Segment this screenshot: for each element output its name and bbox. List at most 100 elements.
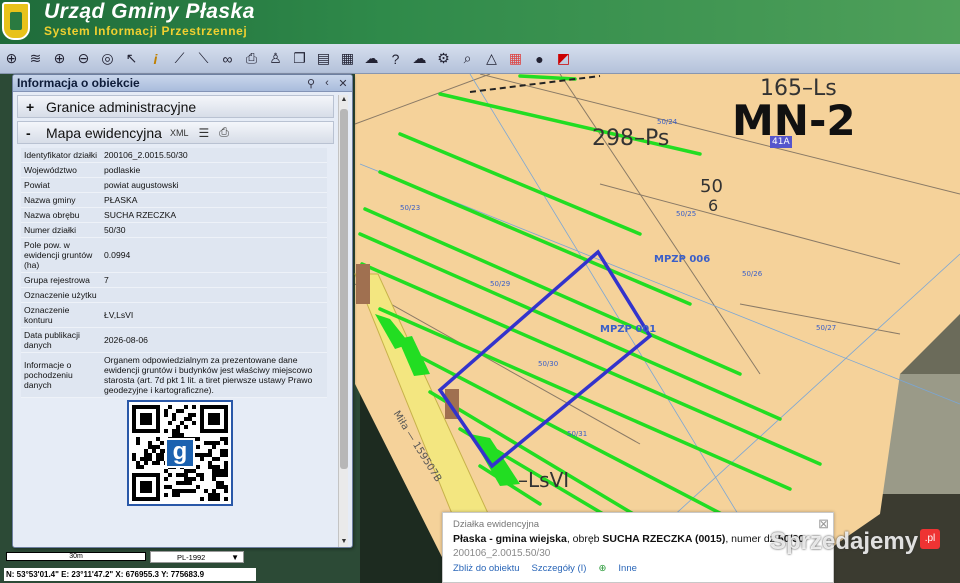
link-icon[interactable]: ∞ <box>218 49 237 68</box>
crs-value: PL-1992 <box>177 553 206 562</box>
zoom-to-object-link[interactable]: Zbliż do obiektu <box>453 563 520 574</box>
property-row: Województwo podlaskie <box>21 163 327 178</box>
app-subtitle: System Informacji Przestrzennej <box>44 24 248 38</box>
property-value: powiat augustowski <box>104 180 179 190</box>
list-icon[interactable]: ☰ <box>198 126 209 140</box>
collapse-panel-icon[interactable]: ‹ <box>320 77 334 89</box>
app-header: Urząd Gminy Płaska System Informacji Prz… <box>0 0 960 44</box>
popup-links: Zbliż do obiektu Szczegóły (I) ⊕ Inne <box>453 563 823 574</box>
section-granice[interactable]: + Granice administracyjne <box>17 95 334 118</box>
property-value: 50/30 <box>104 225 126 235</box>
other-link[interactable]: Inne <box>618 563 637 574</box>
popup-obreb-prefix: , obręb <box>566 533 603 545</box>
colors-icon[interactable]: ▦ <box>506 49 525 68</box>
property-row: Informacje o pochodzeniu danych Organem o… <box>21 353 327 398</box>
details-link[interactable]: Szczegóły (I) <box>532 563 587 574</box>
expand-icon: + <box>26 98 35 115</box>
cloud-icon[interactable]: ☁ <box>410 49 429 68</box>
section-mapa[interactable]: - Mapa ewidencyjna XML ☰ ⎙ <box>17 121 334 144</box>
search-map-icon[interactable]: ⌕ <box>458 49 477 68</box>
grid-icon[interactable]: ⊕ <box>2 49 21 68</box>
property-value: 200106_2.0015.50/30 <box>104 150 188 160</box>
property-key: Pole pow. w ewidencji gruntów (ha) <box>24 240 93 270</box>
property-row: Oznaczenie użytku <box>21 288 327 303</box>
print-icon[interactable]: ⎙ <box>242 49 261 68</box>
map-toolbar: ⊕ ≋ ⊕ ⊖ ◎ ↖ i ⟋ ⟍ ∞ ⎙ ♙ ❐ ▤ ▦ ☁ ? ☁ ⚙ ⌕ … <box>0 44 960 74</box>
properties-table: Identyfikator działki 200106_2.0015.50/30… <box>21 148 327 398</box>
map-label-5025: 50/25 <box>676 210 697 218</box>
layers-icon[interactable]: ≋ <box>26 49 45 68</box>
ruler-icon[interactable]: ⟍ <box>194 49 213 68</box>
table-icon[interactable]: ▦ <box>338 49 357 68</box>
pin-icon[interactable]: ● <box>530 49 549 68</box>
scroll-thumb[interactable] <box>340 109 348 469</box>
map-label-5026: 50/26 <box>742 270 763 278</box>
property-row: Numer działki 50/30 <box>21 223 327 238</box>
measure-icon[interactable]: ⟋ <box>170 49 189 68</box>
info-icon[interactable]: i <box>146 49 165 68</box>
property-row: Powiat powiat augustowski <box>21 178 327 193</box>
scroll-down-icon[interactable]: ▼ <box>339 537 349 547</box>
zoom-out-icon[interactable]: ⊖ <box>74 49 93 68</box>
property-key: Oznaczenie użytku <box>24 290 97 300</box>
scale-bar: 30m <box>6 552 146 561</box>
property-row: Grupa rejestrowa 7 <box>21 273 327 288</box>
info-panel-title: Informacja o obiekcie <box>17 76 140 90</box>
zoom-in-icon[interactable]: ⊕ <box>50 49 69 68</box>
crs-select[interactable]: PL-1992 ▼ <box>150 551 244 563</box>
close-panel-icon[interactable]: ✕ <box>336 77 350 90</box>
property-value: Organem odpowiedzialnym za prezentowane … <box>104 355 313 395</box>
xml-export-icon[interactable]: XML <box>170 128 189 138</box>
map-label-50: 50 <box>700 176 723 197</box>
chat-icon[interactable]: ☁ <box>362 49 381 68</box>
property-value: PŁASKA <box>104 195 138 205</box>
help-icon[interactable]: ? <box>386 49 405 68</box>
panel-scrollbar[interactable]: ▲ ▼ <box>338 95 348 547</box>
info-panel: Informacja o obiekcie ⚲ ‹ ✕ + Granice ad… <box>12 74 353 548</box>
settings-icon[interactable]: ⚙ <box>434 49 453 68</box>
map-label-298ps: 298–Ps <box>592 126 670 151</box>
watermark: Sprzedajemy <box>770 528 919 555</box>
property-key: Nazwa obrębu <box>24 210 80 220</box>
property-value <box>101 288 327 303</box>
popup-place: Płaska - gmina wiejska <box>453 533 567 545</box>
map-label-5024: 50/24 <box>657 118 678 126</box>
property-value: ŁV,LsVI <box>104 310 134 320</box>
property-row: Nazwa gminy PŁASKA <box>21 193 327 208</box>
app-title: Urząd Gminy Płaska <box>44 0 255 23</box>
property-row: Oznaczenie konturu ŁV,LsVI <box>21 303 327 328</box>
property-key: Oznaczenie konturu <box>24 305 70 325</box>
print-section-icon[interactable]: ⎙ <box>219 125 229 140</box>
pointer-icon[interactable]: ↖ <box>122 49 141 68</box>
property-key: Powiat <box>24 180 50 190</box>
person-icon[interactable]: ♙ <box>266 49 285 68</box>
geoportal-logo: g <box>165 438 195 468</box>
property-value: 2026-08-06 <box>104 335 148 345</box>
property-key: Data publikacji danych <box>24 330 80 350</box>
property-value: 0.0994 <box>104 250 131 260</box>
zoom-extent-icon[interactable]: ◎ <box>98 49 117 68</box>
coordinates-readout: N: 53°53'01.4" E: 23°11'47.2" X: 676955.… <box>4 568 256 581</box>
add-icon[interactable]: ⊕ <box>598 563 606 574</box>
map-label-5030: 50/30 <box>538 360 559 368</box>
property-value: podlaskie <box>104 165 141 175</box>
chevron-down-icon: ▼ <box>231 553 239 562</box>
scroll-up-icon[interactable]: ▲ <box>339 95 349 105</box>
map-label-5027: 50/27 <box>816 324 837 332</box>
property-key: Grupa rejestrowa <box>24 275 90 285</box>
close-box-icon[interactable]: ◩ <box>554 49 573 68</box>
watermark-badge: .pl <box>920 529 940 549</box>
layout-icon[interactable]: ▤ <box>314 49 333 68</box>
popup-id: 200106_2.0015.50/30 <box>453 548 551 559</box>
map-badge: 41A <box>770 136 792 148</box>
popup-obreb: SUCHA RZECZKA (0015) <box>602 533 726 545</box>
map-label-6: 6 <box>708 196 719 215</box>
pin-panel-icon[interactable]: ⚲ <box>304 77 318 90</box>
property-row: Identyfikator działki 200106_2.0015.50/30 <box>21 148 327 163</box>
triangle-icon[interactable]: △ <box>482 49 501 68</box>
map-label-mpzp001: MPZP 001 <box>600 324 657 335</box>
map-label-5023: 50/23 <box>400 204 421 212</box>
property-key: Numer działki <box>24 225 77 235</box>
copy-icon[interactable]: ❐ <box>290 49 309 68</box>
qr-code: g <box>127 400 233 506</box>
